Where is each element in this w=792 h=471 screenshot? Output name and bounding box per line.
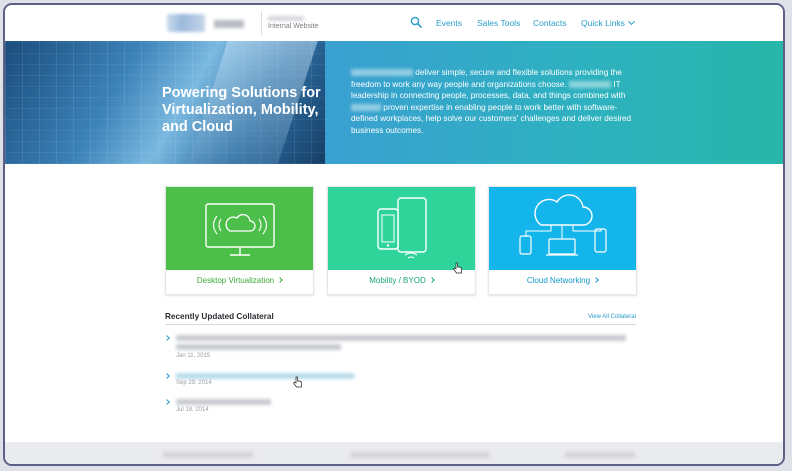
chevron-right-icon (593, 277, 599, 283)
hand-cursor-icon (293, 376, 302, 388)
chevron-right-icon (164, 399, 170, 405)
chevron-down-icon (627, 17, 635, 26)
cloud-network-icon (519, 194, 607, 256)
redacted-company-name (351, 103, 381, 111)
site-tag-redacted (268, 16, 304, 21)
card-art-desktop (166, 187, 313, 270)
redacted-company-name (569, 80, 612, 88)
section-divider (165, 324, 636, 325)
redacted-footer-text (163, 452, 253, 458)
card-label: Mobility / BYOD (328, 276, 475, 285)
hero-description: deliver simple, secure and flexible solu… (351, 67, 636, 136)
header-divider (261, 11, 262, 35)
section-title: Recently Updated Collateral (165, 312, 274, 321)
nav-quick-links-label: Quick Links (581, 18, 625, 28)
search-icon[interactable] (410, 16, 422, 28)
mobile-devices-icon (377, 197, 427, 259)
item-date: Jan 11, 2015 (176, 353, 211, 359)
hero-text-part-3: proven expertise in enabling people to w… (351, 102, 632, 135)
redacted-item-title[interactable] (176, 373, 354, 379)
card-mobility-byod[interactable]: Mobility / BYOD (327, 186, 476, 295)
item-date: Jul 18, 2014 (176, 407, 209, 413)
site-header: Internal Website Events Sales Tools Cont… (5, 5, 783, 41)
browser-frame: Internal Website Events Sales Tools Cont… (3, 3, 785, 466)
card-art-mobility (328, 187, 475, 270)
view-all-collateral-link[interactable]: View All Collateral (588, 314, 636, 320)
card-label: Cloud Networking (489, 276, 636, 285)
redacted-footer-text (565, 452, 635, 458)
card-art-cloud (489, 187, 636, 270)
brand-wordmark (214, 20, 244, 28)
site-tag: Internal Website (268, 23, 319, 30)
card-label: Desktop Virtualization (166, 276, 313, 285)
card-label-text: Desktop Virtualization (196, 276, 275, 285)
nav-events[interactable]: Events (436, 18, 462, 28)
chevron-right-icon (277, 277, 283, 283)
redacted-footer-text (350, 452, 490, 458)
hand-cursor-icon (453, 262, 462, 274)
chevron-right-icon (164, 373, 170, 379)
hero-title: Powering Solutions for Virtualization, M… (162, 85, 321, 135)
card-cloud-networking[interactable]: Cloud Networking (488, 186, 637, 295)
chevron-right-icon (164, 335, 170, 341)
monitor-cloud-icon (205, 203, 275, 256)
company-logo[interactable] (167, 14, 205, 32)
chevron-right-icon (428, 277, 435, 283)
redacted-item-title (176, 344, 341, 350)
card-label-text: Cloud Networking (526, 276, 591, 285)
redacted-item-title[interactable] (176, 399, 271, 405)
card-label-text: Mobility / BYOD (369, 276, 426, 285)
nav-quick-links[interactable]: Quick Links (581, 17, 635, 28)
nav-sales-tools[interactable]: Sales Tools (477, 18, 520, 28)
redacted-item-title[interactable] (176, 335, 626, 341)
nav-contacts[interactable]: Contacts (533, 18, 567, 28)
card-desktop-virtualization[interactable]: Desktop Virtualization (165, 186, 314, 295)
redacted-company-name (351, 69, 413, 77)
item-date: Sep 29, 2014 (176, 380, 212, 386)
site-footer (5, 442, 783, 464)
